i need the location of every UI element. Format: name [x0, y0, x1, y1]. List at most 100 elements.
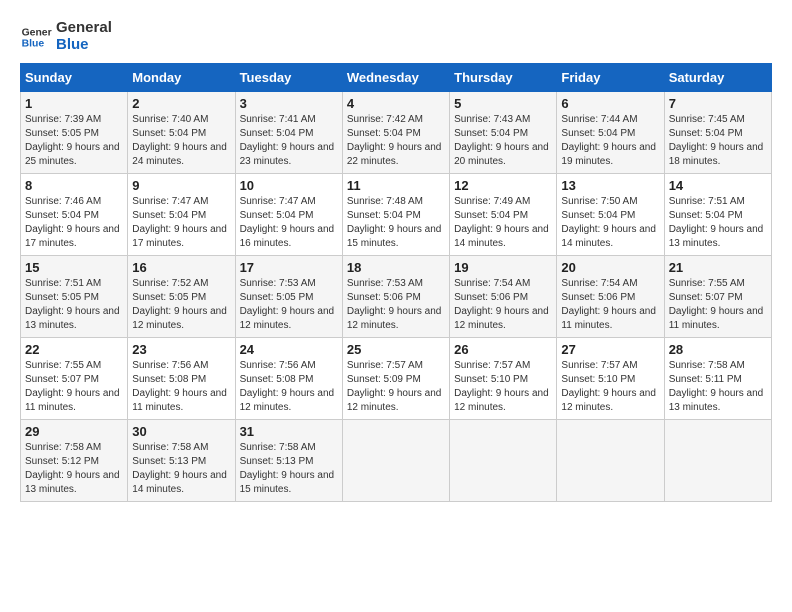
calendar-day-cell: 17Sunrise: 7:53 AMSunset: 5:05 PMDayligh… — [235, 256, 342, 338]
day-detail: Sunrise: 7:55 AMSunset: 5:07 PMDaylight:… — [669, 277, 767, 333]
day-detail: Sunrise: 7:57 AMSunset: 5:10 PMDaylight:… — [561, 359, 659, 415]
day-detail: Sunrise: 7:56 AMSunset: 5:08 PMDaylight:… — [240, 359, 338, 415]
day-detail: Sunrise: 7:42 AMSunset: 5:04 PMDaylight:… — [347, 113, 445, 169]
day-detail: Sunrise: 7:48 AMSunset: 5:04 PMDaylight:… — [347, 195, 445, 251]
calendar-week-row: 8 Sunrise: 7:46 AMSunset: 5:04 PMDaylight… — [21, 174, 772, 256]
calendar-day-cell — [664, 420, 771, 502]
day-detail: Sunrise: 7:58 AMSunset: 5:13 PMDaylight:… — [240, 441, 338, 497]
day-detail: Sunrise: 7:41 AMSunset: 5:04 PMDaylight:… — [240, 113, 338, 169]
day-of-week-header: Friday — [557, 64, 664, 92]
day-number: 9 — [132, 178, 230, 193]
day-detail: Sunrise: 7:51 AMSunset: 5:04 PMDaylight:… — [669, 195, 767, 251]
day-number: 22 — [25, 342, 123, 357]
day-detail: Sunrise: 7:55 AMSunset: 5:07 PMDaylight:… — [25, 359, 123, 415]
calendar-day-cell — [450, 420, 557, 502]
calendar-day-cell: 20 Sunrise: 7:54 AMSunset: 5:06 PMDayligh… — [557, 256, 664, 338]
day-detail: Sunrise: 7:46 AMSunset: 5:04 PMDaylight:… — [25, 195, 123, 251]
day-detail: Sunrise: 7:54 AMSunset: 5:06 PMDaylight:… — [561, 277, 659, 333]
svg-text:General: General — [22, 27, 52, 38]
day-number: 26 — [454, 342, 552, 357]
day-number: 24 — [240, 342, 338, 357]
calendar-day-cell: 14 Sunrise: 7:51 AMSunset: 5:04 PMDayligh… — [664, 174, 771, 256]
day-detail: Sunrise: 7:52 AMSunset: 5:05 PMDaylight:… — [132, 277, 230, 333]
day-number: 5 — [454, 96, 552, 111]
day-of-week-header: Sunday — [21, 64, 128, 92]
calendar-day-cell: 22 Sunrise: 7:55 AMSunset: 5:07 PMDayligh… — [21, 338, 128, 420]
calendar-day-cell: 4Sunrise: 7:42 AMSunset: 5:04 PMDaylight… — [342, 92, 449, 174]
calendar-day-cell: 13Sunrise: 7:50 AMSunset: 5:04 PMDayligh… — [557, 174, 664, 256]
day-number: 16 — [132, 260, 230, 275]
calendar-day-cell: 21 Sunrise: 7:55 AMSunset: 5:07 PMDayligh… — [664, 256, 771, 338]
svg-text:Blue: Blue — [22, 38, 45, 49]
calendar-week-row: 22 Sunrise: 7:55 AMSunset: 5:07 PMDayligh… — [21, 338, 772, 420]
day-number: 12 — [454, 178, 552, 193]
calendar-day-cell: 1 Sunrise: 7:39 AMSunset: 5:05 PMDaylight… — [21, 92, 128, 174]
calendar-day-cell: 8 Sunrise: 7:46 AMSunset: 5:04 PMDaylight… — [21, 174, 128, 256]
day-detail: Sunrise: 7:56 AMSunset: 5:08 PMDaylight:… — [132, 359, 230, 415]
calendar-day-cell: 25Sunrise: 7:57 AMSunset: 5:09 PMDayligh… — [342, 338, 449, 420]
calendar-day-cell: 16 Sunrise: 7:52 AMSunset: 5:05 PMDayligh… — [128, 256, 235, 338]
calendar-day-cell: 2 Sunrise: 7:40 AMSunset: 5:04 PMDaylight… — [128, 92, 235, 174]
day-number: 27 — [561, 342, 659, 357]
day-number: 18 — [347, 260, 445, 275]
day-detail: Sunrise: 7:47 AMSunset: 5:04 PMDaylight:… — [240, 195, 338, 251]
day-number: 8 — [25, 178, 123, 193]
day-of-week-header: Saturday — [664, 64, 771, 92]
day-detail: Sunrise: 7:47 AMSunset: 5:04 PMDaylight:… — [132, 195, 230, 251]
calendar-day-cell: 5 Sunrise: 7:43 AMSunset: 5:04 PMDaylight… — [450, 92, 557, 174]
day-detail: Sunrise: 7:53 AMSunset: 5:05 PMDaylight:… — [240, 277, 338, 333]
day-detail: Sunrise: 7:58 AMSunset: 5:12 PMDaylight:… — [25, 441, 123, 497]
day-of-week-header: Monday — [128, 64, 235, 92]
day-number: 25 — [347, 342, 445, 357]
calendar-day-cell: 18 Sunrise: 7:53 AMSunset: 5:06 PMDayligh… — [342, 256, 449, 338]
day-number: 14 — [669, 178, 767, 193]
day-detail: Sunrise: 7:43 AMSunset: 5:04 PMDaylight:… — [454, 113, 552, 169]
day-number: 19 — [454, 260, 552, 275]
day-number: 21 — [669, 260, 767, 275]
day-number: 10 — [240, 178, 338, 193]
calendar-day-cell: 31 Sunrise: 7:58 AMSunset: 5:13 PMDayligh… — [235, 420, 342, 502]
calendar-day-cell: 28 Sunrise: 7:58 AMSunset: 5:11 PMDayligh… — [664, 338, 771, 420]
calendar-table: SundayMondayTuesdayWednesdayThursdayFrid… — [20, 63, 772, 502]
calendar-week-row: 29Sunrise: 7:58 AMSunset: 5:12 PMDayligh… — [21, 420, 772, 502]
day-detail: Sunrise: 7:40 AMSunset: 5:04 PMDaylight:… — [132, 113, 230, 169]
calendar-header-row: SundayMondayTuesdayWednesdayThursdayFrid… — [21, 64, 772, 92]
day-detail: Sunrise: 7:54 AMSunset: 5:06 PMDaylight:… — [454, 277, 552, 333]
calendar-day-cell — [342, 420, 449, 502]
calendar-week-row: 15Sunrise: 7:51 AMSunset: 5:05 PMDayligh… — [21, 256, 772, 338]
calendar-day-cell: 3 Sunrise: 7:41 AMSunset: 5:04 PMDaylight… — [235, 92, 342, 174]
day-number: 13 — [561, 178, 659, 193]
calendar-day-cell: 15Sunrise: 7:51 AMSunset: 5:05 PMDayligh… — [21, 256, 128, 338]
day-number: 7 — [669, 96, 767, 111]
day-detail: Sunrise: 7:44 AMSunset: 5:04 PMDaylight:… — [561, 113, 659, 169]
day-detail: Sunrise: 7:39 AMSunset: 5:05 PMDaylight:… — [25, 113, 123, 169]
logo-icon: General Blue — [20, 21, 52, 53]
logo: General Blue GeneralBlue — [20, 20, 112, 53]
calendar-day-cell: 24 Sunrise: 7:56 AMSunset: 5:08 PMDayligh… — [235, 338, 342, 420]
day-number: 20 — [561, 260, 659, 275]
day-detail: Sunrise: 7:53 AMSunset: 5:06 PMDaylight:… — [347, 277, 445, 333]
day-number: 3 — [240, 96, 338, 111]
page-header: General Blue GeneralBlue — [20, 20, 772, 53]
day-number: 2 — [132, 96, 230, 111]
day-number: 31 — [240, 424, 338, 439]
day-number: 6 — [561, 96, 659, 111]
calendar-day-cell: 27 Sunrise: 7:57 AMSunset: 5:10 PMDayligh… — [557, 338, 664, 420]
day-detail: Sunrise: 7:49 AMSunset: 5:04 PMDaylight:… — [454, 195, 552, 251]
calendar-day-cell: 6 Sunrise: 7:44 AMSunset: 5:04 PMDaylight… — [557, 92, 664, 174]
day-number: 1 — [25, 96, 123, 111]
calendar-day-cell — [557, 420, 664, 502]
calendar-day-cell: 29Sunrise: 7:58 AMSunset: 5:12 PMDayligh… — [21, 420, 128, 502]
day-detail: Sunrise: 7:58 AMSunset: 5:13 PMDaylight:… — [132, 441, 230, 497]
day-number: 30 — [132, 424, 230, 439]
day-detail: Sunrise: 7:57 AMSunset: 5:10 PMDaylight:… — [454, 359, 552, 415]
day-number: 28 — [669, 342, 767, 357]
day-number: 15 — [25, 260, 123, 275]
day-detail: Sunrise: 7:58 AMSunset: 5:11 PMDaylight:… — [669, 359, 767, 415]
day-number: 23 — [132, 342, 230, 357]
calendar-day-cell: 12 Sunrise: 7:49 AMSunset: 5:04 PMDayligh… — [450, 174, 557, 256]
day-of-week-header: Tuesday — [235, 64, 342, 92]
calendar-week-row: 1 Sunrise: 7:39 AMSunset: 5:05 PMDaylight… — [21, 92, 772, 174]
day-number: 11 — [347, 178, 445, 193]
calendar-day-cell: 9 Sunrise: 7:47 AMSunset: 5:04 PMDaylight… — [128, 174, 235, 256]
